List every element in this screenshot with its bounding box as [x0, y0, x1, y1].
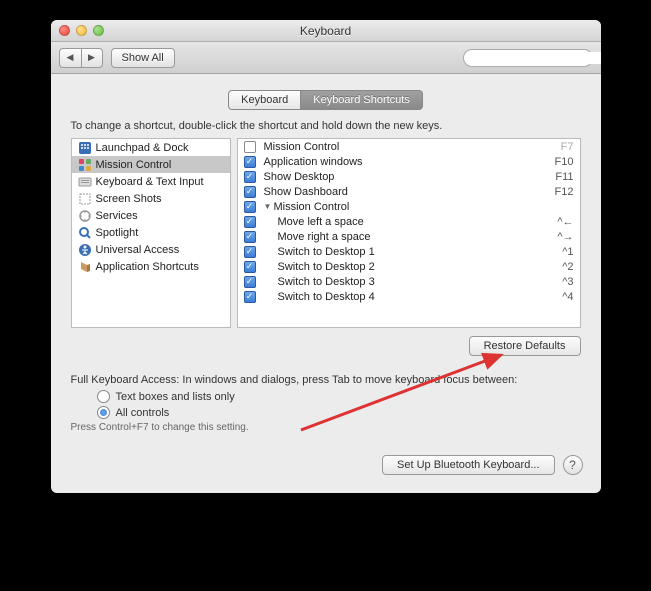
- services-icon: [78, 209, 92, 223]
- spotlight-icon: [78, 226, 92, 240]
- shortcut-row[interactable]: Move left a space^←: [238, 214, 580, 229]
- sidebar-item[interactable]: Screen Shots: [72, 190, 230, 207]
- search-field[interactable]: [463, 49, 593, 67]
- radio-icon: [97, 406, 110, 419]
- checkbox[interactable]: [244, 156, 256, 168]
- disclosure-triangle-icon[interactable]: ▼: [264, 202, 272, 211]
- back-button[interactable]: ◀: [59, 48, 81, 68]
- window-title: Keyboard: [51, 24, 601, 38]
- shortcut-row[interactable]: Switch to Desktop 4^4: [238, 289, 580, 304]
- shortcut-label: Switch to Desktop 1: [278, 246, 563, 258]
- checkbox[interactable]: [244, 141, 256, 153]
- shortcut-row[interactable]: Mission ControlF7: [238, 139, 580, 154]
- preferences-window: Keyboard ◀ ▶ Show All Keyboard Keyboard …: [51, 20, 601, 493]
- shortcut-row[interactable]: Move right a space^→: [238, 229, 580, 244]
- shortcut-key[interactable]: F7: [561, 141, 574, 153]
- sidebar-item[interactable]: Application Shortcuts: [72, 258, 230, 275]
- shortcut-key[interactable]: ^4: [562, 291, 573, 303]
- apps-icon: [78, 260, 92, 274]
- shortcut-key[interactable]: F11: [555, 171, 573, 183]
- fka-radio-textboxes[interactable]: Text boxes and lists only: [97, 390, 581, 403]
- checkbox[interactable]: [244, 291, 256, 303]
- sidebar-item-label: Services: [96, 210, 138, 222]
- access-icon: [78, 243, 92, 257]
- checkbox[interactable]: [244, 261, 256, 273]
- shortcut-list[interactable]: Mission ControlF7Application windowsF10S…: [237, 138, 581, 328]
- shortcut-key[interactable]: ^1: [562, 246, 573, 258]
- shortcut-label: Move left a space: [278, 216, 558, 228]
- titlebar[interactable]: Keyboard: [51, 20, 601, 42]
- show-all-button[interactable]: Show All: [111, 48, 175, 68]
- shortcut-label: Mission Control: [264, 141, 561, 153]
- shortcut-key[interactable]: F12: [555, 186, 574, 198]
- forward-icon: ▶: [88, 52, 95, 63]
- shortcut-label: Move right a space: [278, 231, 558, 243]
- tab-keyboard[interactable]: Keyboard: [228, 90, 301, 110]
- instruction-text: To change a shortcut, double-click the s…: [71, 120, 581, 132]
- sidebar-item[interactable]: Mission Control: [72, 156, 230, 173]
- shortcut-row[interactable]: Application windowsF10: [238, 154, 580, 169]
- sidebar-item-label: Universal Access: [96, 244, 180, 256]
- restore-defaults-button[interactable]: Restore Defaults: [469, 336, 581, 356]
- shortcut-label: Application windows: [264, 156, 555, 168]
- sidebar-item-label: Spotlight: [96, 227, 139, 239]
- shortcut-key[interactable]: ^←: [557, 216, 573, 228]
- shortcut-key[interactable]: ^2: [562, 261, 573, 273]
- fka-label: Full Keyboard Access: In windows and dia…: [71, 374, 581, 386]
- shortcut-label: Switch to Desktop 2: [278, 261, 563, 273]
- checkbox[interactable]: [244, 231, 256, 243]
- screenshot-icon: [78, 192, 92, 206]
- sidebar-item[interactable]: Keyboard & Text Input: [72, 173, 230, 190]
- shortcut-key[interactable]: ^3: [562, 276, 573, 288]
- shortcut-row[interactable]: Switch to Desktop 3^3: [238, 274, 580, 289]
- fka-opt2-label: All controls: [116, 407, 170, 419]
- shortcut-row[interactable]: Show DesktopF11: [238, 169, 580, 184]
- sidebar-item[interactable]: Spotlight: [72, 224, 230, 241]
- sidebar-item[interactable]: Services: [72, 207, 230, 224]
- tab-shortcuts[interactable]: Keyboard Shortcuts: [301, 90, 423, 110]
- sidebar-item[interactable]: Launchpad & Dock: [72, 139, 230, 156]
- sidebar-item-label: Launchpad & Dock: [96, 142, 189, 154]
- keyboard-icon: [78, 175, 92, 189]
- fka-opt1-label: Text boxes and lists only: [116, 391, 235, 403]
- shortcut-row[interactable]: ▼Mission Control: [238, 199, 580, 214]
- back-icon: ◀: [67, 52, 74, 63]
- checkbox[interactable]: [244, 276, 256, 288]
- tab-bar: Keyboard Keyboard Shortcuts: [71, 90, 581, 110]
- sidebar-item-label: Screen Shots: [96, 193, 162, 205]
- shortcut-label: Show Dashboard: [264, 186, 555, 198]
- shortcut-key[interactable]: ^→: [557, 231, 573, 243]
- category-list[interactable]: Launchpad & Dock Mission Control Keyboard …: [71, 138, 231, 328]
- sidebar-item-label: Keyboard & Text Input: [96, 176, 204, 188]
- shortcut-label: Switch to Desktop 3: [278, 276, 563, 288]
- forward-button[interactable]: ▶: [81, 48, 103, 68]
- sidebar-item-label: Application Shortcuts: [96, 261, 199, 273]
- shortcut-label: Mission Control: [274, 201, 574, 213]
- radio-icon: [97, 390, 110, 403]
- fka-radio-allcontrols[interactable]: All controls: [97, 406, 581, 419]
- shortcut-row[interactable]: Show DashboardF12: [238, 184, 580, 199]
- shortcut-row[interactable]: Switch to Desktop 1^1: [238, 244, 580, 259]
- sidebar-item-label: Mission Control: [96, 159, 172, 171]
- bluetooth-button[interactable]: Set Up Bluetooth Keyboard...: [382, 455, 554, 475]
- mission-icon: [78, 158, 92, 172]
- checkbox[interactable]: [244, 246, 256, 258]
- help-button[interactable]: ?: [563, 455, 583, 475]
- nav-group: ◀ ▶: [59, 48, 103, 68]
- toolbar: ◀ ▶ Show All: [51, 42, 601, 74]
- sidebar-item[interactable]: Universal Access: [72, 241, 230, 258]
- search-input[interactable]: [474, 52, 601, 64]
- checkbox[interactable]: [244, 201, 256, 213]
- shortcut-label: Show Desktop: [264, 171, 556, 183]
- fka-hint: Press Control+F7 to change this setting.: [71, 422, 581, 433]
- checkbox[interactable]: [244, 186, 256, 198]
- shortcut-row[interactable]: Switch to Desktop 2^2: [238, 259, 580, 274]
- shortcut-label: Switch to Desktop 4: [278, 291, 563, 303]
- shortcut-key[interactable]: F10: [555, 156, 574, 168]
- checkbox[interactable]: [244, 216, 256, 228]
- checkbox[interactable]: [244, 171, 256, 183]
- launchpad-icon: [78, 141, 92, 155]
